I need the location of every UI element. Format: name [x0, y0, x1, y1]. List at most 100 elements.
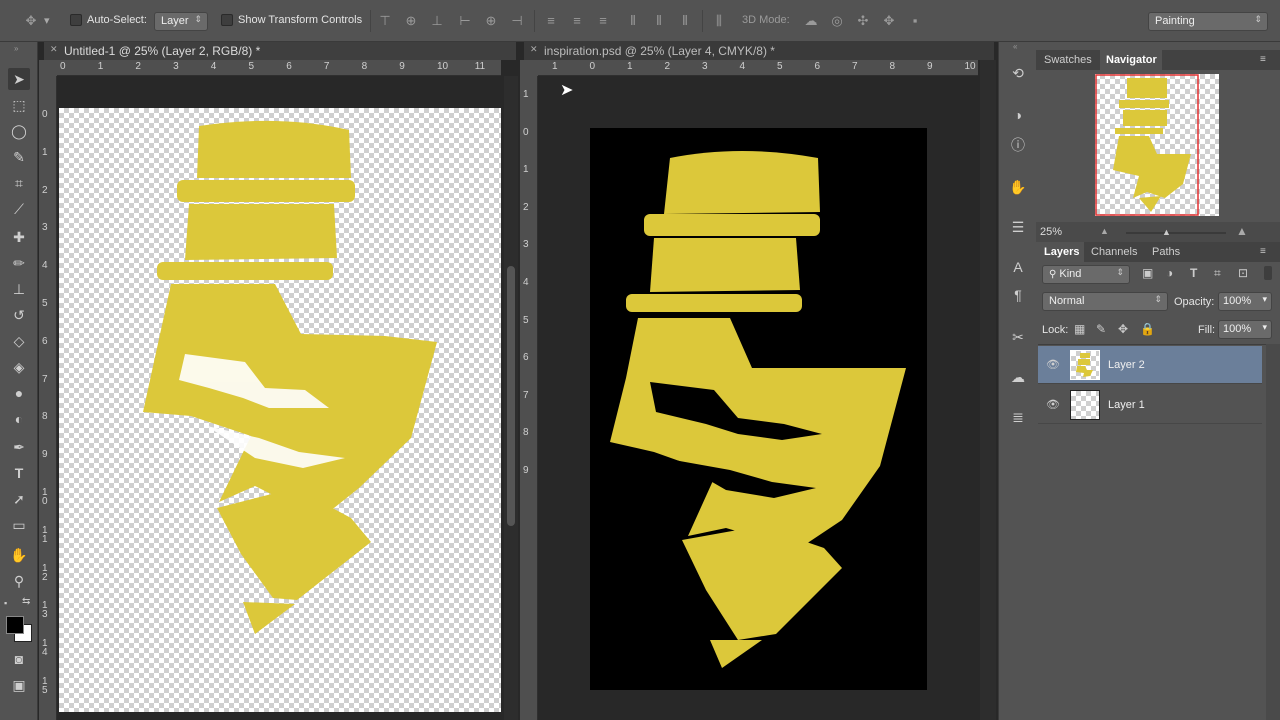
distribute-top-icon[interactable]: ≡	[542, 12, 560, 30]
marquee-tool-icon[interactable]: ⬚	[8, 94, 30, 116]
brush-tool-icon[interactable]: ✏	[8, 252, 30, 274]
clone-stamp-icon[interactable]: ⊥	[8, 278, 30, 300]
tab-swatches[interactable]: Swatches	[1044, 54, 1092, 66]
paragraph-panel-icon[interactable]: ¶	[1007, 284, 1029, 306]
move-tool-icon[interactable]: ➤	[8, 68, 30, 90]
distribute-hcenter-icon[interactable]: ⦀	[650, 12, 668, 30]
navigator-zoom-value[interactable]: 25%	[1040, 226, 1062, 238]
quick-select-icon[interactable]: ✎	[8, 146, 30, 168]
swap-colors-icon[interactable]: ⇆	[22, 596, 30, 607]
tab-layers[interactable]: Layers	[1044, 246, 1079, 258]
layer-name[interactable]: Layer 2	[1108, 359, 1145, 371]
path-select-icon[interactable]: ➚	[8, 488, 30, 510]
layer-row-layer-2[interactable]: 👁 Layer 2	[1038, 346, 1262, 384]
eraser-icon[interactable]: ◇	[8, 330, 30, 352]
distribute-left-icon[interactable]: ⦀	[624, 12, 642, 30]
filter-smart-object-icon[interactable]: ⊡	[1238, 266, 1248, 280]
hand-tool-icon[interactable]: ✋	[8, 544, 30, 566]
panel-menu-icon[interactable]: ≡	[1260, 54, 1266, 65]
align-vcenter-icon[interactable]: ⊕	[402, 12, 420, 30]
fill-field[interactable]: 100% ▾	[1218, 320, 1272, 339]
roll-3d-icon[interactable]: ◎	[828, 12, 846, 30]
info-panel-icon[interactable]: ⓘ	[1007, 134, 1029, 156]
paint-bucket-icon[interactable]: ◈	[8, 356, 30, 378]
close-tab-icon[interactable]: ✕	[50, 44, 58, 55]
adjustments-panel-icon[interactable]: ◑	[1007, 104, 1029, 126]
doc-tab-untitled[interactable]: ✕ Untitled-1 @ 25% (Layer 2, RGB/8) *	[44, 42, 516, 60]
filter-toggle[interactable]	[1264, 266, 1272, 280]
align-left-icon[interactable]: ⊢	[456, 12, 474, 30]
filter-shape-icon[interactable]: ⌗	[1214, 266, 1221, 281]
zoom-in-icon[interactable]: ▲	[1236, 224, 1248, 238]
pan-3d-icon[interactable]: ✣	[854, 12, 872, 30]
quick-mask-icon[interactable]: ◙	[8, 648, 30, 670]
layer-filter-dropdown[interactable]: ⚲ Kind ⇕	[1042, 265, 1130, 284]
tool-preset-arrow[interactable]: ▾	[44, 14, 50, 27]
foreground-color-swatch[interactable]	[6, 616, 24, 634]
layers-scrollbar[interactable]	[1266, 344, 1280, 720]
scale-3d-icon[interactable]: ▪	[906, 12, 924, 30]
brush-presets-icon[interactable]: ✋	[1007, 176, 1029, 198]
layer-row-layer-1[interactable]: 👁 Layer 1	[1038, 386, 1262, 424]
character-panel-icon[interactable]: A	[1007, 256, 1029, 278]
auto-align-icon[interactable]: ⫼	[710, 12, 728, 30]
canvas-left-transparent[interactable]	[59, 108, 501, 712]
align-hcenter-icon[interactable]: ⊕	[482, 12, 500, 30]
show-transform-checkbox[interactable]	[221, 14, 233, 26]
auto-select-checkbox[interactable]	[70, 14, 82, 26]
panel-menu-icon[interactable]: ≡	[1260, 246, 1266, 257]
zoom-slider-track[interactable]	[1126, 232, 1226, 234]
ruler-origin[interactable]	[39, 60, 57, 76]
blend-mode-dropdown[interactable]: Normal ⇕	[1042, 292, 1168, 311]
scrollbar-thumb[interactable]	[507, 266, 515, 526]
lock-all-icon[interactable]: 🔒	[1140, 322, 1155, 336]
blur-tool-icon[interactable]: ●	[8, 382, 30, 404]
lock-pixels-icon[interactable]: ✎	[1096, 322, 1106, 336]
rectangle-tool-icon[interactable]: ▭	[8, 514, 30, 536]
ruler-origin[interactable]	[520, 60, 538, 76]
brush-panel-icon[interactable]: ☰	[1007, 216, 1029, 238]
lock-transparency-icon[interactable]: ▦	[1074, 322, 1085, 336]
collapse-arrows-icon[interactable]: »	[14, 44, 18, 53]
filter-adjustment-icon[interactable]: ◑	[1166, 266, 1173, 280]
pen-tool-icon[interactable]: ✒	[8, 436, 30, 458]
healing-brush-icon[interactable]: ✚	[8, 226, 30, 248]
auto-select-dropdown[interactable]: Layer ⇕	[154, 12, 208, 31]
align-bottom-icon[interactable]: ⊥	[428, 12, 446, 30]
scrollbar-right[interactable]	[980, 60, 996, 720]
tab-navigator[interactable]: Navigator	[1106, 54, 1157, 66]
close-tab-icon[interactable]: ✕	[530, 44, 538, 55]
eye-icon[interactable]: 👁	[1046, 398, 1060, 412]
opacity-field[interactable]: 100% ▾	[1218, 292, 1272, 311]
crop-tool-icon[interactable]: ⌗	[8, 172, 30, 194]
lasso-tool-icon[interactable]: ◯	[8, 120, 30, 142]
filter-type-icon[interactable]: T	[1190, 266, 1197, 280]
scrollbar-left[interactable]	[504, 76, 518, 720]
dodge-tool-icon[interactable]: ◐	[8, 408, 30, 430]
tab-paths[interactable]: Paths	[1152, 246, 1180, 258]
filter-pixel-icon[interactable]: ▣	[1142, 266, 1153, 280]
distribute-bottom-icon[interactable]: ≡	[594, 12, 612, 30]
properties-panel-icon[interactable]: ≣	[1007, 406, 1029, 428]
tool-presets-icon[interactable]: ✂	[1007, 326, 1029, 348]
navigator-preview[interactable]	[1095, 74, 1219, 216]
history-brush-icon[interactable]: ↺	[8, 304, 30, 326]
history-panel-icon[interactable]: ⟲	[1007, 62, 1029, 84]
type-tool-icon[interactable]: T	[8, 462, 30, 484]
creative-cloud-icon[interactable]: ☁	[1007, 366, 1029, 388]
align-right-icon[interactable]: ⊣	[508, 12, 526, 30]
lock-position-icon[interactable]: ✥	[1118, 322, 1128, 336]
zoom-out-icon[interactable]: ▲	[1100, 226, 1109, 236]
move-tool-icon[interactable]: ✥	[22, 12, 40, 30]
layer-name[interactable]: Layer 1	[1108, 399, 1145, 411]
screen-mode-icon[interactable]: ▣	[8, 674, 30, 696]
orbit-3d-icon[interactable]: ☁	[802, 12, 820, 30]
workspace-dropdown[interactable]: Painting ⇕	[1148, 12, 1268, 31]
doc-tab-inspiration[interactable]: ✕ inspiration.psd @ 25% (Layer 4, CMYK/8…	[524, 42, 994, 60]
distribute-right-icon[interactable]: ⦀	[676, 12, 694, 30]
zoom-tool-icon[interactable]: ⚲	[8, 570, 30, 592]
canvas-right-black[interactable]	[590, 128, 927, 690]
eyedropper-icon[interactable]: ⟋	[8, 198, 30, 220]
distribute-vcenter-icon[interactable]: ≡	[568, 12, 586, 30]
collapse-arrows-icon[interactable]: «	[1013, 42, 1017, 51]
